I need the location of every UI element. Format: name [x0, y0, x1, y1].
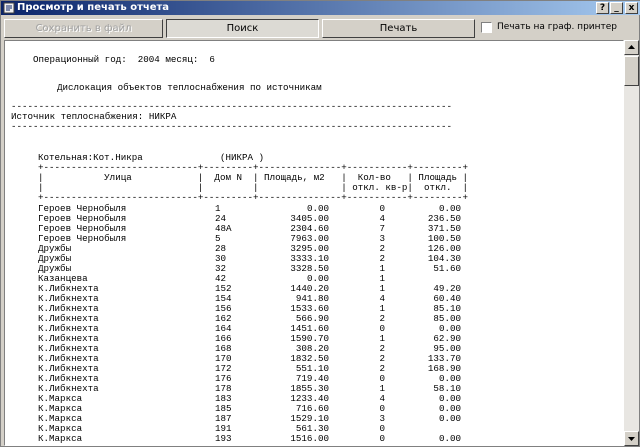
count-cell: 1	[379, 333, 385, 344]
report-window: Просмотр и печать отчета ? _ x Сохранить…	[0, 0, 640, 447]
vertical-scrollbar[interactable]	[624, 40, 639, 446]
off-area-cell: 51.60	[433, 263, 461, 274]
count-cell: 1	[379, 383, 385, 394]
arrow-down-icon	[628, 437, 635, 441]
count-cell: 7	[379, 223, 385, 234]
separator-line: ----------------------------------------…	[11, 121, 453, 132]
scroll-down-button[interactable]	[624, 431, 639, 446]
graph-printer-label: Печать на граф. принтер	[497, 22, 618, 32]
search-button[interactable]: Поиск	[166, 19, 319, 38]
street-cell: К.Маркса	[38, 433, 83, 444]
count-cell: 3	[379, 413, 385, 424]
scroll-thumb[interactable]	[624, 56, 639, 86]
house-cell: 193	[215, 433, 232, 444]
count-cell: 1	[379, 273, 385, 284]
count-cell: 0	[379, 433, 385, 444]
count-cell: 1	[379, 303, 385, 314]
checkbox-box[interactable]	[481, 22, 492, 33]
help-button[interactable]: ?	[596, 2, 609, 14]
window-title: Просмотр и печать отчета	[17, 2, 170, 13]
count-cell: 2	[379, 243, 385, 254]
off-area-cell: 0.00	[438, 413, 461, 424]
scroll-up-button[interactable]	[624, 40, 639, 55]
report-view[interactable]: Операционный год: 2004 месяц: 6 Дислокац…	[4, 40, 624, 446]
area-cell: 1516.00	[290, 433, 329, 444]
close-button[interactable]: x	[625, 2, 638, 14]
count-cell: 0	[379, 203, 385, 214]
table-border-bottom: +----------------------------+---------+…	[38, 192, 469, 203]
print-button[interactable]: Печать	[322, 19, 475, 38]
arrow-up-icon	[628, 45, 635, 49]
count-cell: 0	[379, 323, 385, 334]
app-icon	[3, 2, 15, 14]
count-cell: 0	[379, 403, 385, 414]
count-cell: 3	[379, 233, 385, 244]
count-cell: 4	[379, 293, 385, 304]
count-cell: 2	[379, 253, 385, 264]
title-bar[interactable]: Просмотр и печать отчета ? _ x	[1, 1, 640, 15]
house-cell: 48А	[215, 223, 232, 234]
report-title: Дислокация объектов теплоснабжения по ис…	[57, 82, 322, 93]
count-cell: 2	[379, 313, 385, 324]
count-cell: 0	[379, 373, 385, 384]
count-cell: 1	[379, 263, 385, 274]
off-area-cell: 0.00	[438, 433, 461, 444]
count-cell: 0	[379, 423, 385, 434]
count-cell: 2	[379, 353, 385, 364]
restore-button[interactable]: _	[610, 2, 623, 14]
count-cell: 4	[379, 213, 385, 224]
operational-year-line: Операционный год: 2004 месяц: 6	[33, 54, 215, 65]
count-cell: 4	[379, 393, 385, 404]
count-cell: 2	[379, 343, 385, 354]
count-cell: 1	[379, 283, 385, 294]
count-cell: 2	[379, 363, 385, 374]
toolbar: Сохранить в файл Поиск Печать Печать на …	[1, 15, 640, 39]
save-to-file-button[interactable]: Сохранить в файл	[4, 19, 163, 38]
